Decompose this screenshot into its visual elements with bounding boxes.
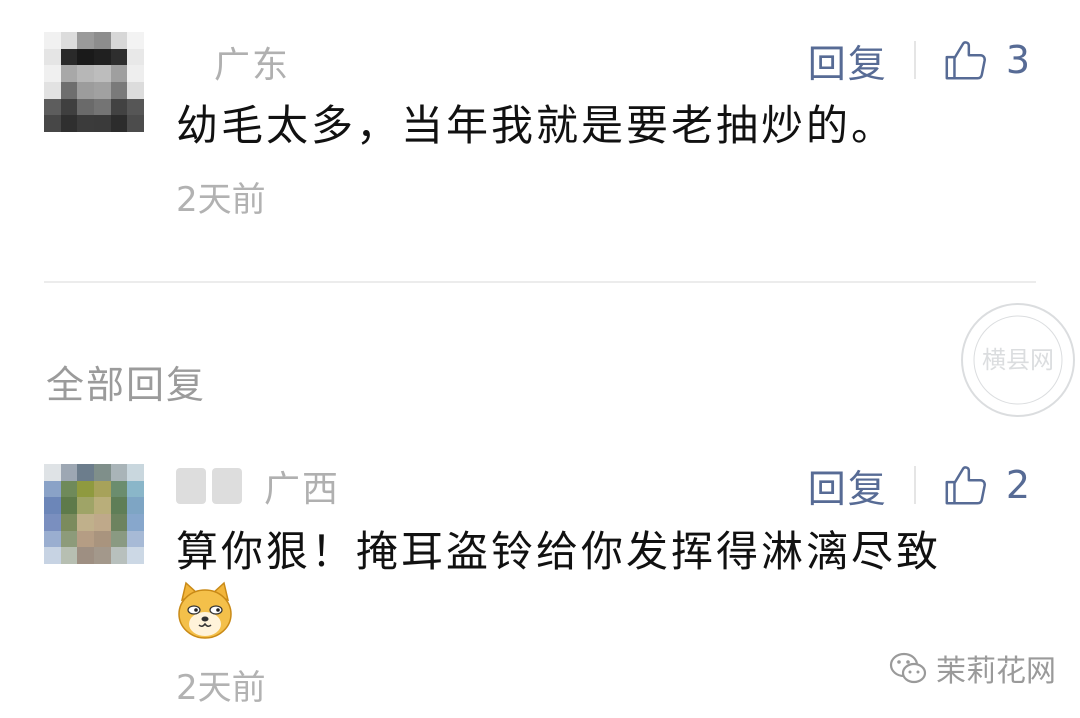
like-button[interactable]: 3 <box>942 37 1030 83</box>
site-seal-icon: 横县网 <box>961 303 1075 417</box>
comment-actions: 回复 3 <box>808 32 1030 88</box>
comment-page: 广东 回复 3 幼毛太多，当年我就是要老抽炒的。 2天前 全部回复 横县网 广西… <box>0 0 1080 718</box>
reply-button[interactable]: 回复 <box>808 458 888 513</box>
comment-time: 2天前 <box>176 180 266 220</box>
actions-separator <box>913 466 916 504</box>
region-label: 广西 <box>264 469 341 510</box>
divider <box>44 281 1036 283</box>
seal-text: 横县网 <box>982 347 1054 374</box>
like-count: 2 <box>1005 463 1030 507</box>
reply-button[interactable]: 回复 <box>808 33 888 88</box>
like-button[interactable]: 2 <box>942 462 1030 508</box>
comment-text: 算你狠！掩耳盗铃给你发挥得淋漓尽致 <box>176 527 942 576</box>
watermark-text: 茉莉花网 <box>936 654 1056 689</box>
comment-time: 2天前 <box>176 668 266 708</box>
blurred-nickname <box>176 468 242 504</box>
actions-separator <box>913 41 916 79</box>
region-label: 广东 <box>214 45 291 86</box>
thumbs-up-icon <box>945 41 986 80</box>
wechat-icon <box>889 652 927 684</box>
like-count: 3 <box>1005 38 1030 82</box>
comment-text: 幼毛太多，当年我就是要老抽炒的。 <box>176 101 897 150</box>
avatar[interactable] <box>44 464 144 564</box>
thumbs-up-icon <box>945 466 986 505</box>
comment-header: 广西 <box>176 458 340 514</box>
comment-actions: 回复 2 <box>808 457 1030 513</box>
watermark: 茉莉花网 <box>888 646 1056 690</box>
comment-item: 广东 回复 3 幼毛太多，当年我就是要老抽炒的。 2天前 <box>0 0 1080 280</box>
avatar[interactable] <box>44 32 144 132</box>
section-title: 全部回复 <box>46 363 207 407</box>
comment-header: 广东 <box>176 34 290 90</box>
doge-emoji-icon <box>178 581 232 639</box>
